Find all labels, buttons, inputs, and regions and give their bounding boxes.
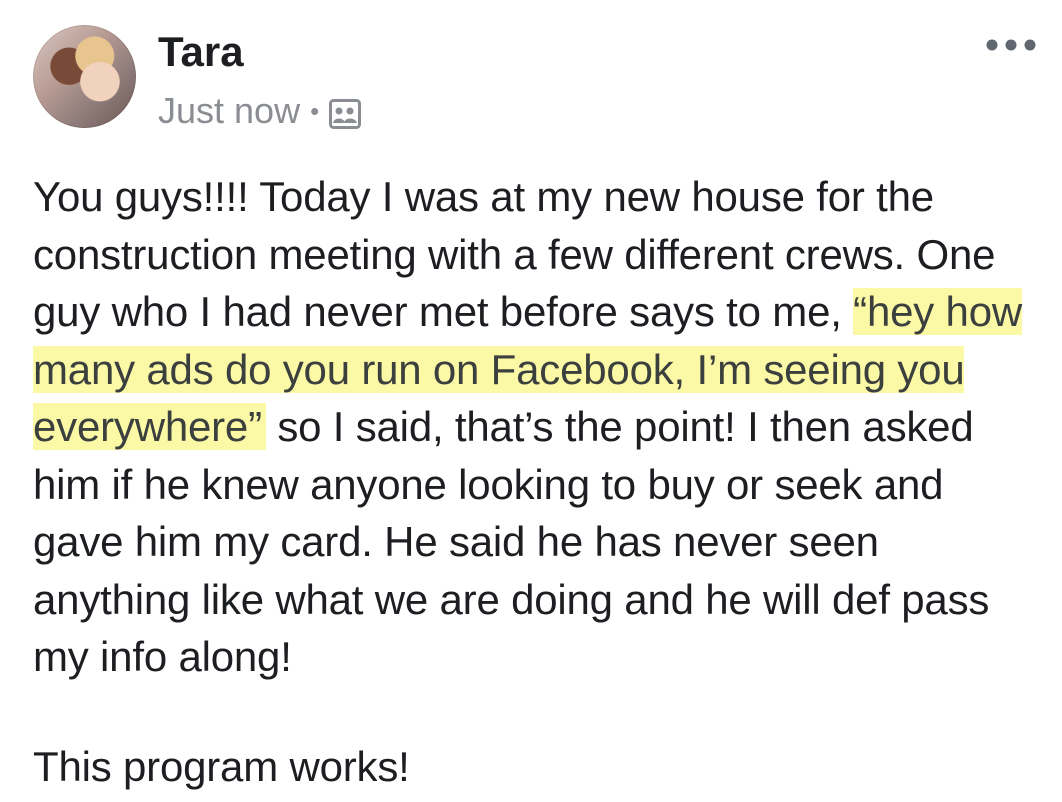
post-meta: Just now • bbox=[158, 90, 362, 132]
post-body-text: You guys!!!! Today I was at my new house… bbox=[33, 168, 1043, 686]
more-options-button[interactable] bbox=[984, 30, 1038, 60]
post-closing-line: This program works! bbox=[33, 743, 410, 790]
post-timestamp[interactable]: Just now bbox=[158, 90, 300, 132]
group-audience-icon[interactable] bbox=[329, 96, 362, 129]
facebook-post: Tara Just now • You guys!!!! Today I was… bbox=[0, 0, 1062, 802]
post-text-before-quote: You guys!!!! Today I was at my new house… bbox=[33, 173, 996, 335]
author-name[interactable]: Tara bbox=[158, 28, 244, 76]
meta-separator: • bbox=[310, 95, 320, 126]
author-avatar[interactable] bbox=[33, 25, 136, 128]
more-options-icon bbox=[986, 39, 1036, 51]
